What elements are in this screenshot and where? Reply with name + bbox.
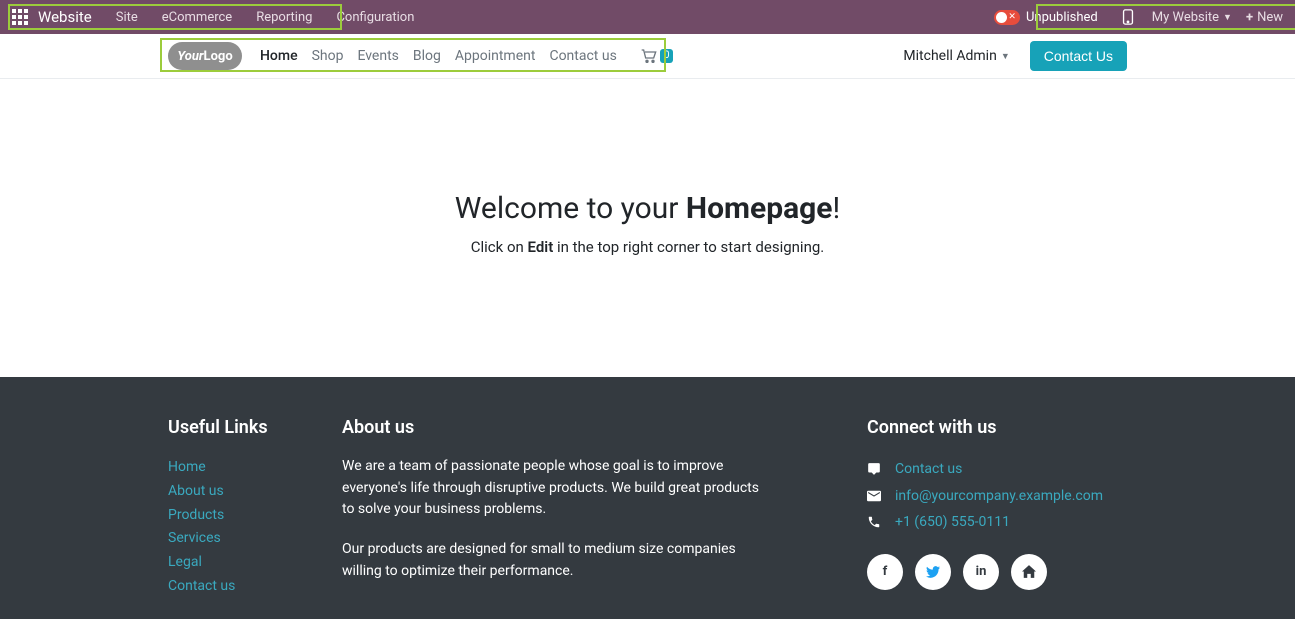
footer-link-services[interactable]: Services — [168, 527, 342, 551]
footer-about-p2: Our products are designed for small to m… — [342, 539, 772, 582]
hero-section: Welcome to your Homepage! Click on Edit … — [0, 79, 1295, 377]
publish-state-label: Unpublished — [1026, 10, 1098, 25]
footer-contact-link[interactable]: Contact us — [895, 456, 962, 483]
footer-link-about[interactable]: About us — [168, 480, 342, 504]
footer-link-products[interactable]: Products — [168, 504, 342, 528]
editor-menu-site[interactable]: Site — [104, 0, 150, 34]
footer-about-col: About us We are a team of passionate peo… — [342, 417, 772, 600]
hero-sub-pre: Click on — [471, 238, 528, 256]
mobile-icon — [1122, 9, 1134, 25]
toggle-knob — [996, 12, 1007, 23]
publish-toggle[interactable]: ✕ — [994, 10, 1020, 25]
caret-down-icon: ▼ — [1001, 51, 1010, 62]
hero-subtitle: Click on Edit in the top right corner to… — [471, 238, 825, 256]
footer-link-legal[interactable]: Legal — [168, 551, 342, 575]
new-button[interactable]: + New — [1240, 0, 1289, 34]
speech-icon — [867, 462, 883, 476]
editor-bar: Website Site eCommerce Reporting Configu… — [0, 0, 1295, 34]
social-linkedin[interactable]: in — [963, 554, 999, 590]
footer-connect-col: Connect with us Contact us info@yourcomp… — [867, 417, 1127, 600]
footer-about-p1: We are a team of passionate people whose… — [342, 456, 772, 521]
envelope-icon — [867, 490, 883, 502]
mobile-preview-button[interactable] — [1112, 0, 1144, 34]
nav-contact[interactable]: Contact us — [549, 48, 616, 64]
social-facebook[interactable]: f — [867, 554, 903, 590]
caret-down-icon: ▼ — [1223, 12, 1232, 23]
logo-text: YourLogo — [177, 49, 232, 64]
nav-shop[interactable]: Shop — [312, 48, 344, 64]
editor-menu-reporting[interactable]: Reporting — [244, 0, 324, 34]
toggle-x-icon: ✕ — [1008, 13, 1016, 22]
site-nav: Home Shop Events Blog Appointment Contac… — [260, 48, 673, 64]
contact-us-button[interactable]: Contact Us — [1030, 41, 1127, 71]
nav-appointment[interactable]: Appointment — [455, 48, 536, 64]
nav-blog[interactable]: Blog — [413, 48, 441, 64]
nav-home[interactable]: Home — [260, 48, 298, 64]
editor-menu-ecommerce[interactable]: eCommerce — [150, 0, 244, 34]
hero-sub-post: in the top right corner to start designi… — [553, 238, 824, 256]
editor-menu-configuration[interactable]: Configuration — [324, 0, 426, 34]
hero-title: Welcome to your Homepage! — [455, 191, 840, 226]
cart-icon — [641, 49, 657, 63]
cart-link[interactable]: 0 — [641, 49, 674, 63]
social-home[interactable] — [1011, 554, 1047, 590]
editor-menu-website[interactable]: Website — [38, 0, 104, 34]
hero-title-bold: Homepage — [686, 191, 833, 226]
footer-links-col: Useful Links Home About us Products Serv… — [168, 417, 342, 600]
website-selector-label: My Website — [1152, 10, 1219, 25]
plus-icon: + — [1246, 10, 1253, 25]
social-row: f in — [867, 554, 1127, 590]
nav-events[interactable]: Events — [357, 48, 398, 64]
site-logo[interactable]: YourLogo — [168, 42, 242, 70]
footer-link-contact[interactable]: Contact us — [168, 575, 342, 599]
footer-about-title: About us — [342, 417, 772, 438]
user-menu[interactable]: Mitchell Admin ▼ — [903, 48, 1009, 64]
site-footer: Useful Links Home About us Products Serv… — [0, 377, 1295, 619]
website-selector[interactable]: My Website ▼ — [1144, 0, 1240, 34]
user-name: Mitchell Admin — [903, 48, 996, 64]
hero-sub-bold: Edit — [528, 238, 554, 256]
hero-title-pre: Welcome to your — [455, 191, 686, 226]
footer-link-home[interactable]: Home — [168, 456, 342, 480]
footer-connect-title: Connect with us — [867, 417, 1127, 438]
site-header: YourLogo Home Shop Events Blog Appointme… — [0, 34, 1295, 79]
apps-icon[interactable] — [12, 9, 28, 25]
footer-links-title: Useful Links — [168, 417, 342, 438]
phone-icon — [867, 515, 883, 529]
new-label: New — [1257, 10, 1283, 25]
hero-title-post: ! — [832, 191, 840, 226]
cart-count-badge: 0 — [660, 49, 674, 63]
social-twitter[interactable] — [915, 554, 951, 590]
footer-email-link[interactable]: info@yourcompany.example.com — [895, 483, 1103, 510]
footer-phone-link[interactable]: +1 (650) 555-0111 — [895, 509, 1010, 536]
